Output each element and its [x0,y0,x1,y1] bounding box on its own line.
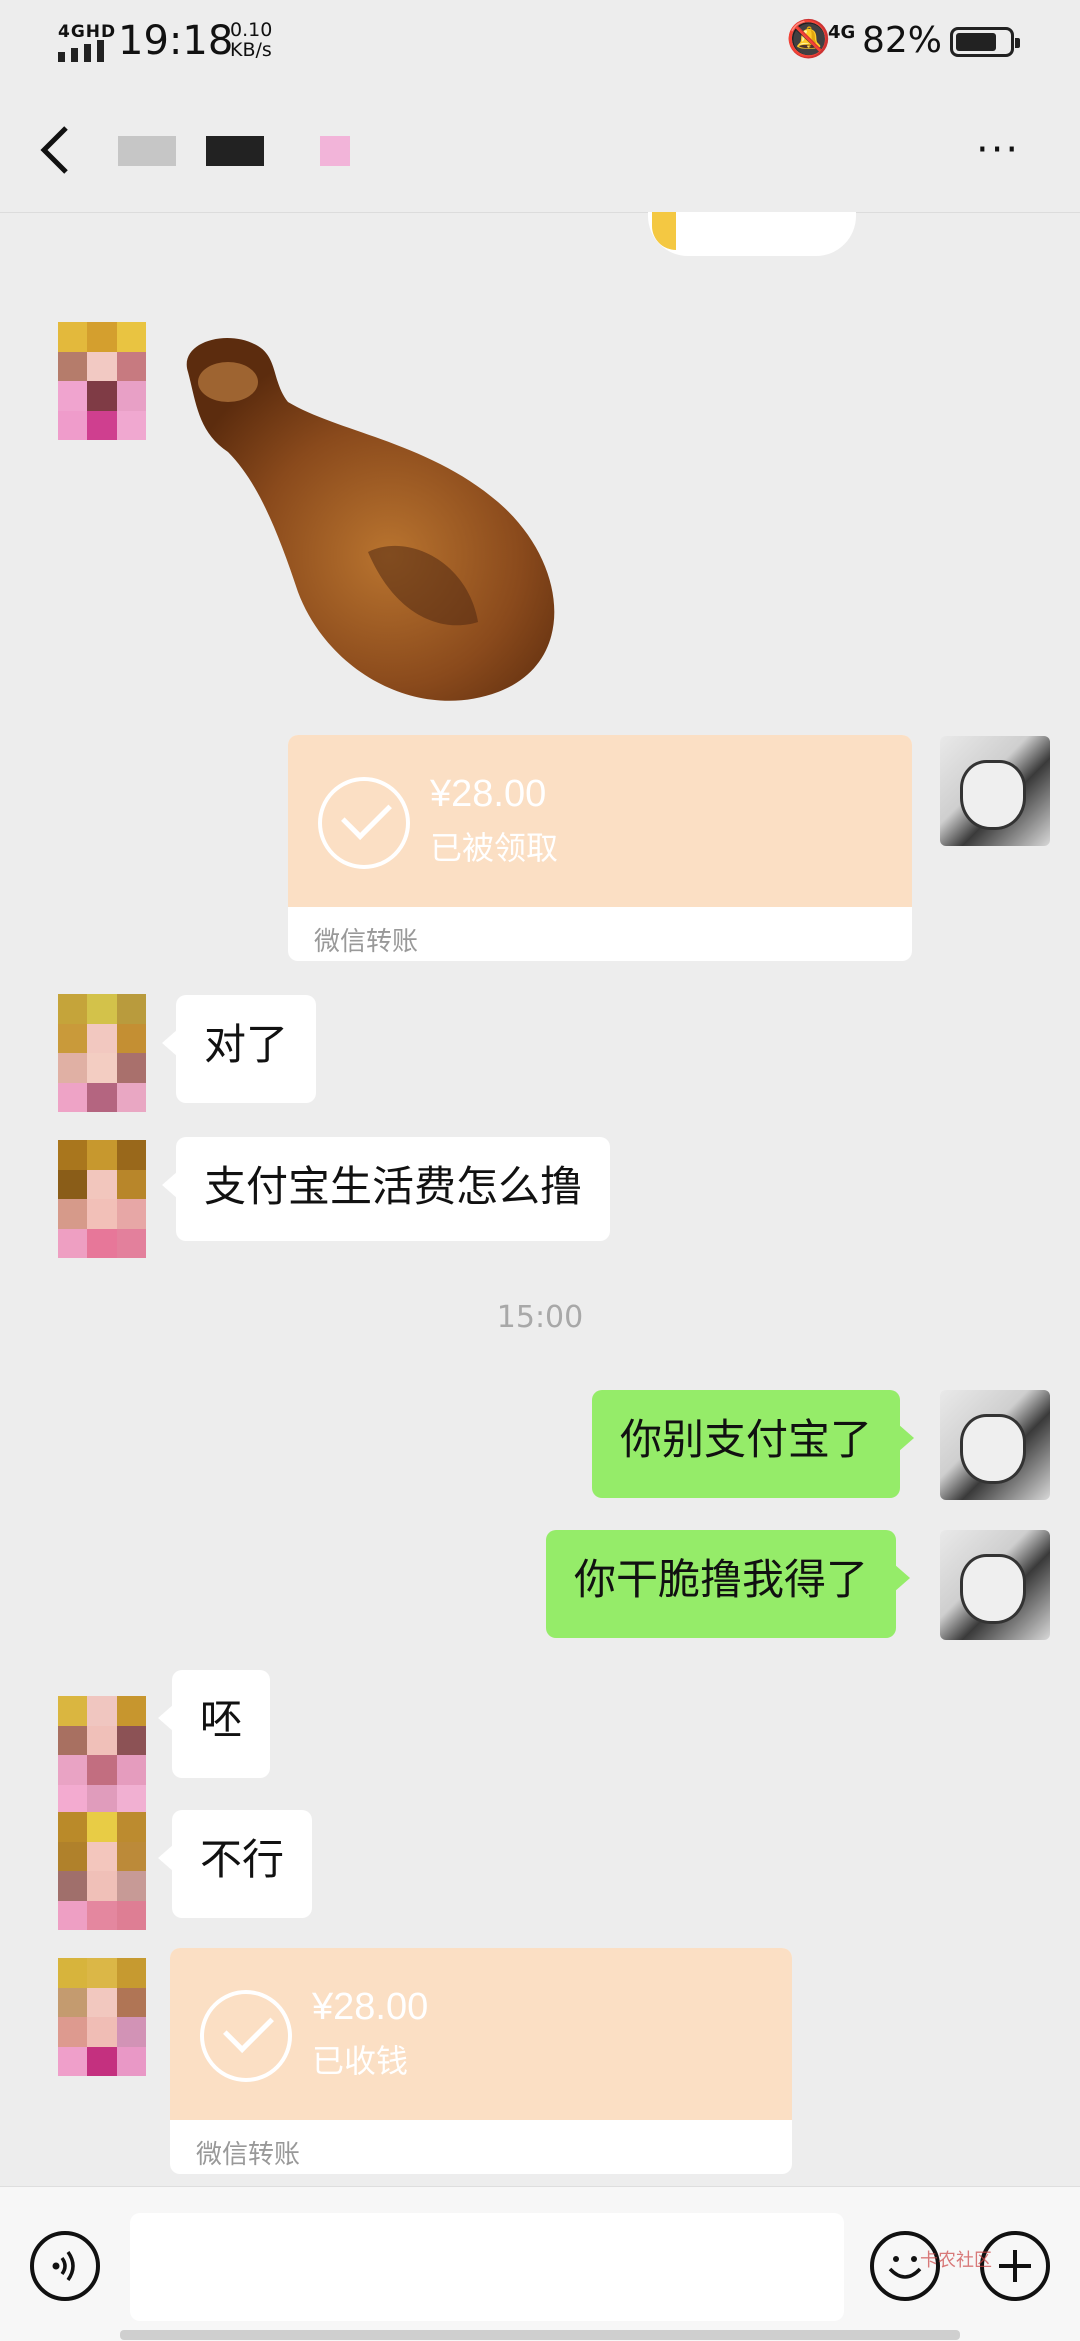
transfer-amount: ¥28.00 [430,773,547,815]
message-bubble[interactable]: 支付宝生活费怎么撸 [161,1137,611,1241]
back-arrow-icon[interactable] [36,120,76,180]
transfer-status: 已收钱 [312,2042,409,2080]
watermark: 卡农社区 [920,2250,992,2271]
gesture-bar [120,2330,960,2340]
check-circle-icon [318,777,410,869]
mute-bell-icon: 🔕 [786,19,831,60]
transfer-card-received[interactable]: ¥28.00 已收钱 微信转账 [170,1948,792,2174]
partial-sticker [648,212,856,256]
transfer-label: 微信转账 [196,2140,301,2170]
chat-header: ··· [0,80,1080,212]
network-speed: 0.10 KB/s [230,19,273,61]
timestamp: 15:00 [496,1300,584,1335]
input-bar [0,2186,1080,2341]
clock: 19:18 [118,18,234,64]
network-type: 4GHD [58,22,117,42]
contact-avatar[interactable] [58,1696,146,1814]
message-bubble[interactable]: 不行 [157,1810,313,1918]
more-options-icon[interactable]: ··· [976,130,1020,170]
battery-percent: 82% [862,20,943,61]
check-circle-icon [200,1990,292,2082]
my-avatar[interactable] [940,1530,1050,1640]
message-bubble[interactable]: 呸 [157,1670,271,1778]
transfer-status: 已被领取 [430,829,559,867]
status-bar: 4GHD 19:18 0.10 KB/s 🔕 4G 82% [0,0,1080,80]
transfer-card-sent[interactable]: ¥28.00 已被领取 微信转账 [288,735,912,961]
my-avatar[interactable] [940,1390,1050,1500]
chat-title-redacted [118,136,448,186]
contact-avatar[interactable] [58,1958,146,2076]
message-bubble-sent[interactable]: 你干脆撸我得了 [546,1530,911,1638]
message-bubble[interactable]: 对了 [161,995,317,1103]
my-avatar[interactable] [940,736,1050,846]
signal-icon [58,40,104,62]
header-divider [0,212,1080,213]
message-bubble-sent[interactable]: 你别支付宝了 [592,1390,915,1498]
contact-avatar[interactable] [58,322,146,440]
transfer-label: 微信转账 [314,927,419,957]
contact-avatar[interactable] [58,1140,146,1258]
drumstick-sticker[interactable] [168,332,588,712]
transfer-amount: ¥28.00 [312,1986,429,2028]
battery-icon [950,27,1020,57]
message-input[interactable] [130,2213,844,2321]
network-type-right: 4G [828,22,856,43]
voice-input-icon[interactable] [30,2231,100,2301]
contact-avatar[interactable] [58,994,146,1112]
contact-avatar[interactable] [58,1812,146,1930]
